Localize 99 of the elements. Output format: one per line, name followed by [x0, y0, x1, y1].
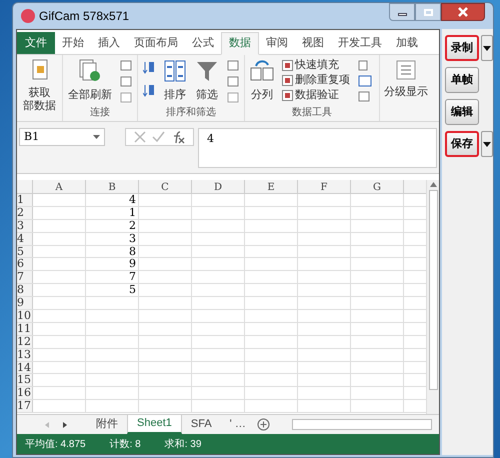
- sheet-tab[interactable]: 附件: [87, 415, 127, 434]
- table-cell: 3: [86, 232, 139, 245]
- add-sheet-icon[interactable]: [256, 418, 270, 431]
- sheet-tab[interactable]: SFA: [182, 415, 221, 434]
- close-icon: [458, 7, 468, 17]
- table-cell: 2: [86, 220, 139, 232]
- ribbon-tab[interactable]: 数据: [221, 32, 259, 55]
- minimize-button[interactable]: [389, 3, 415, 21]
- column-header[interactable]: F: [298, 180, 351, 193]
- status-text: 平均值: 4.875: [25, 438, 86, 452]
- dropdown-button[interactable]: [481, 131, 493, 157]
- ribbon-tab[interactable]: 开发工具: [331, 32, 389, 54]
- table-cell: 7: [86, 271, 139, 284]
- ribbon-tab[interactable]: 页面布局: [127, 32, 185, 54]
- row-header[interactable]: 2: [17, 206, 33, 219]
- function-icon[interactable]: [171, 130, 185, 144]
- window-title: GifCam 578x571: [39, 8, 130, 25]
- row-header[interactable]: 14: [17, 362, 33, 374]
- toolbar-button[interactable]: 录制: [445, 35, 479, 61]
- row-header[interactable]: 7: [17, 271, 33, 284]
- table-cell: 8: [86, 246, 139, 258]
- get-data-button[interactable]: 获取 部数据: [23, 87, 56, 113]
- row-header[interactable]: 8: [17, 284, 33, 296]
- ribbon-button[interactable]: 分列: [250, 59, 274, 104]
- ribbon-tab[interactable]: 审阅: [259, 32, 295, 54]
- filter-icon: [195, 59, 219, 83]
- toolbar-button[interactable]: 保存: [445, 131, 479, 157]
- column-header[interactable]: A: [33, 180, 86, 193]
- table-cell: 4: [86, 194, 139, 206]
- row-header[interactable]: 12: [17, 336, 33, 348]
- row-header[interactable]: 13: [17, 348, 33, 361]
- table-cell: 1: [86, 206, 139, 219]
- check-icon[interactable]: [152, 131, 165, 143]
- row-header[interactable]: 5: [17, 246, 33, 258]
- ribbon-tab[interactable]: 开始: [55, 32, 91, 54]
- ribbon-tab[interactable]: 插入: [91, 32, 127, 54]
- small-icons-drawing: [358, 59, 374, 103]
- row-header[interactable]: 11: [17, 322, 33, 335]
- row-header[interactable]: 6: [17, 258, 33, 270]
- columns-icon: [250, 59, 274, 83]
- column-header[interactable]: D: [192, 180, 245, 193]
- small-icons-drawing: [227, 59, 239, 105]
- small-icons-drawing: [120, 59, 132, 105]
- group-label: 排序和筛选: [165, 106, 217, 120]
- name-box[interactable]: B1: [19, 128, 105, 146]
- caret-icon: [483, 46, 491, 50]
- scroll-thumb[interactable]: [428, 190, 438, 390]
- tool-icon: [282, 75, 293, 86]
- ribbon-button[interactable]: 排序: [163, 59, 187, 104]
- ribbon-button[interactable]: 全部刷新: [68, 59, 112, 104]
- table-cell: 9: [86, 258, 139, 270]
- row-header[interactable]: 10: [17, 310, 33, 322]
- row-header[interactable]: 3: [17, 220, 33, 232]
- row-header[interactable]: 17: [17, 400, 33, 412]
- dropdown-button[interactable]: [481, 35, 493, 61]
- ribbon-tab[interactable]: 加载: [389, 32, 425, 54]
- row-header[interactable]: 9: [17, 297, 33, 310]
- document-icon: [30, 59, 50, 81]
- ribbon-button[interactable]: 快速填充: [282, 59, 350, 72]
- toolbar-button[interactable]: 编辑: [445, 99, 479, 125]
- sheet-tab[interactable]: ' …: [220, 415, 255, 434]
- ribbon-tab[interactable]: 视图: [295, 32, 331, 54]
- group-label: 连接: [89, 106, 111, 120]
- outline-icon: [395, 59, 417, 81]
- ribbon-button[interactable]: 筛选: [195, 59, 219, 104]
- status-text: 计数: 8: [110, 438, 141, 452]
- column-header[interactable]: C: [139, 180, 192, 193]
- refresh-icon: [78, 59, 102, 83]
- column-header[interactable]: B: [86, 180, 139, 193]
- column-header[interactable]: G: [351, 180, 404, 193]
- tool-icon: [282, 90, 293, 101]
- maximize-button[interactable]: [415, 3, 441, 21]
- table-cell: 5: [86, 284, 139, 296]
- column-header[interactable]: E: [245, 180, 298, 193]
- row-header[interactable]: 15: [17, 374, 33, 386]
- ribbon-tab[interactable]: 文件: [17, 32, 55, 54]
- next-sheet-icon[interactable]: [63, 422, 67, 428]
- tool-icon: [282, 60, 293, 71]
- close-button[interactable]: [441, 3, 485, 21]
- group-label: 数据工具: [291, 106, 333, 120]
- ribbon-button[interactable]: 删除重复项: [282, 74, 350, 87]
- scroll-up-icon[interactable]: [430, 182, 436, 187]
- caret-icon: [483, 142, 491, 146]
- app-icon: [21, 9, 35, 23]
- row-header[interactable]: 4: [17, 232, 33, 245]
- toolbar-button[interactable]: 单帧: [445, 67, 479, 93]
- ribbon-button[interactable]: 分级显示: [380, 55, 432, 121]
- sort-ascending-icon: [143, 59, 155, 99]
- caret-icon: [93, 135, 100, 139]
- row-header[interactable]: 1: [17, 194, 33, 206]
- status-text: 求和: 39: [164, 438, 202, 452]
- ribbon-tab[interactable]: 公式: [185, 32, 221, 54]
- horizontal-scrollbar[interactable]: [292, 419, 432, 430]
- ribbon-button[interactable]: 数据验证: [282, 89, 350, 102]
- sort-icon: [163, 59, 187, 83]
- sheet-tab[interactable]: Sheet1: [127, 415, 182, 434]
- vertical-scrollbar[interactable]: [426, 180, 439, 414]
- row-header[interactable]: 16: [17, 387, 33, 400]
- formula-input[interactable]: 4: [198, 128, 437, 168]
